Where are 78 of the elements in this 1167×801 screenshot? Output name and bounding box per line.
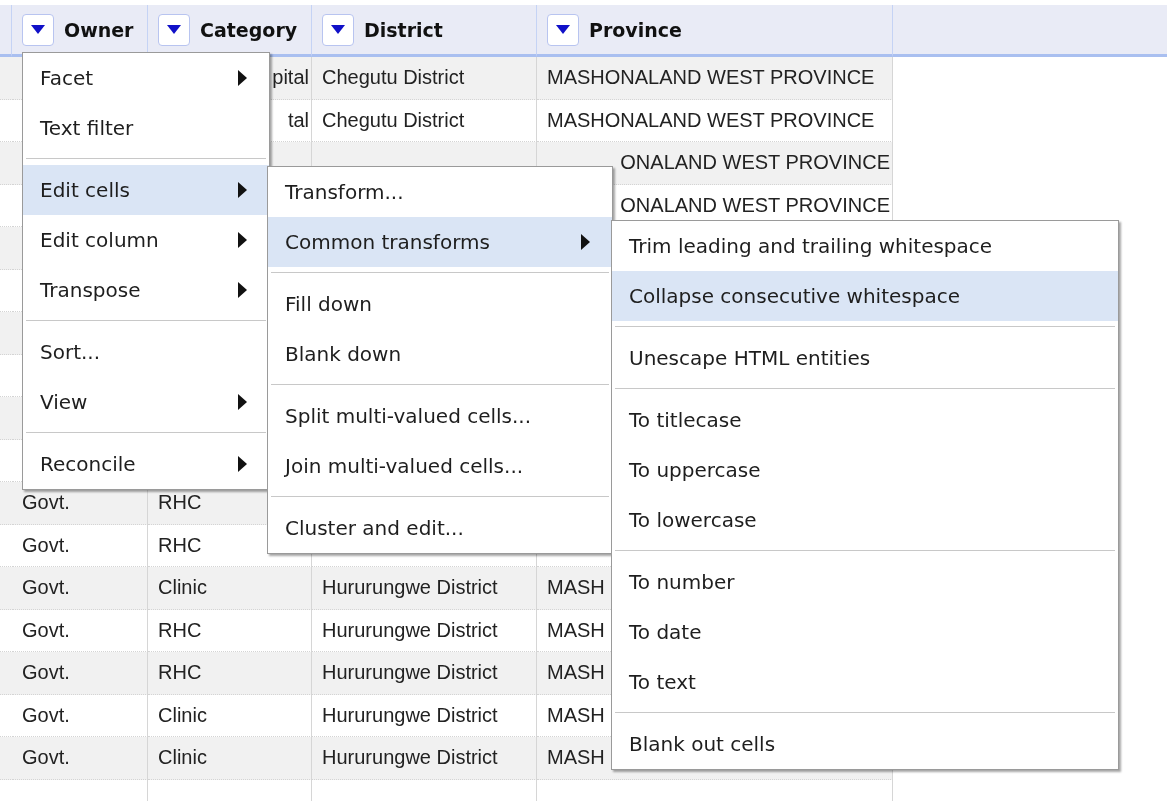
menu-item[interactable]: To uppercase [612,445,1118,495]
menu-item[interactable]: Blank down [268,329,612,379]
caret-icon [331,25,345,34]
menu-item[interactable]: Unescape HTML entities [612,333,1118,383]
menu-item-label: To lowercase [629,508,757,532]
caret-icon [167,25,181,34]
header-gutter [0,5,12,57]
table-cell: RHC [148,652,312,695]
menu-item-label: Common transforms [285,230,490,254]
menu-item-label: Transform... [285,180,404,204]
table-cell: ONALAND WEST PROVINCE [537,142,893,185]
table-cell: Hururungwe District [312,567,537,610]
menu-item[interactable]: Split multi-valued cells... [268,391,612,441]
column-menu-button[interactable] [22,13,54,46]
menu-item[interactable]: Fill down [268,279,612,329]
column-header: Owner [12,5,148,57]
submenu-arrow-icon [581,234,590,250]
submenu-arrow-icon [238,70,247,86]
menu-item-label: To titlecase [629,408,742,432]
table-cell: Hururungwe District [312,609,537,652]
submenu-arrow-icon [238,456,247,472]
menu-item-label: Blank down [285,342,402,366]
menu-item-label: Trim leading and trailing whitespace [629,234,993,258]
menu-item[interactable]: View [23,377,269,427]
column-menu-button[interactable] [547,13,579,46]
menu-item-label: To uppercase [629,458,761,482]
submenu-arrow-icon [238,232,247,248]
menu-item-label: To date [629,620,702,644]
menu-item[interactable]: Edit column [23,215,269,265]
table-cell: Chegutu District [312,99,537,142]
table-cell: Hururungwe District [312,737,537,780]
menu-item[interactable]: To titlecase [612,395,1118,445]
table-cell: Clinic [148,737,312,780]
table-cell: Govt. [12,694,148,737]
column-header: Category [148,5,312,57]
menu-item-label: Collapse consecutive whitespace [629,284,960,308]
table-cell: Chegutu District [312,57,537,100]
menu-item[interactable]: Collapse consecutive whitespace [612,271,1118,321]
table-cell: Clinic [148,694,312,737]
table-cell: Govt. [12,524,148,567]
menu-item-label: Join multi-valued cells... [285,454,524,478]
table-cell: Hururungwe District [312,694,537,737]
menu-item[interactable]: Transpose [23,265,269,315]
table-cell: Govt. [12,567,148,610]
menu-item-label: Sort... [40,340,101,364]
menu-item[interactable]: Sort... [23,327,269,377]
table-cell: Govt. [12,737,148,780]
menu-item-label: Edit column [40,228,159,252]
table-cell: Clinic [148,567,312,610]
table-cell: MASHONALAND WEST PROVINCE [537,57,893,100]
menu-item-label: To number [629,570,735,594]
submenu-arrow-icon [238,282,247,298]
column-header: Province [537,5,893,57]
column-menu-button[interactable] [322,13,354,46]
submenu-arrow-icon [238,394,247,410]
menu-item-label: Edit cells [40,178,130,202]
submenu-arrow-icon [238,182,247,198]
column-header: District [312,5,537,57]
table-cell: MASHONALAND WEST PROVINCE [537,99,893,142]
menu-item[interactable]: Common transforms [268,217,612,267]
menu-item-label: Text filter [40,116,134,140]
menu-item-label: Unescape HTML entities [629,346,871,370]
caret-icon [556,25,570,34]
table-cell: RHC [148,609,312,652]
menu-item-label: Facet [40,66,94,90]
table-cell: Govt. [12,609,148,652]
menu-item-label: View [40,390,88,414]
menu-item-label: Reconcile [40,452,136,476]
table-cell: Hururungwe District [312,652,537,695]
caret-icon [31,25,45,34]
menu-item-label: Transpose [40,278,141,302]
menu-item[interactable]: To lowercase [612,495,1118,545]
menu-item[interactable]: Edit cells [23,165,269,215]
menu-item-label: To text [629,670,696,694]
table-cell: Govt. [12,652,148,695]
column-menu-button[interactable] [158,13,190,46]
menu-item-label: Split multi-valued cells... [285,404,532,428]
menu-item-label: Fill down [285,292,373,316]
